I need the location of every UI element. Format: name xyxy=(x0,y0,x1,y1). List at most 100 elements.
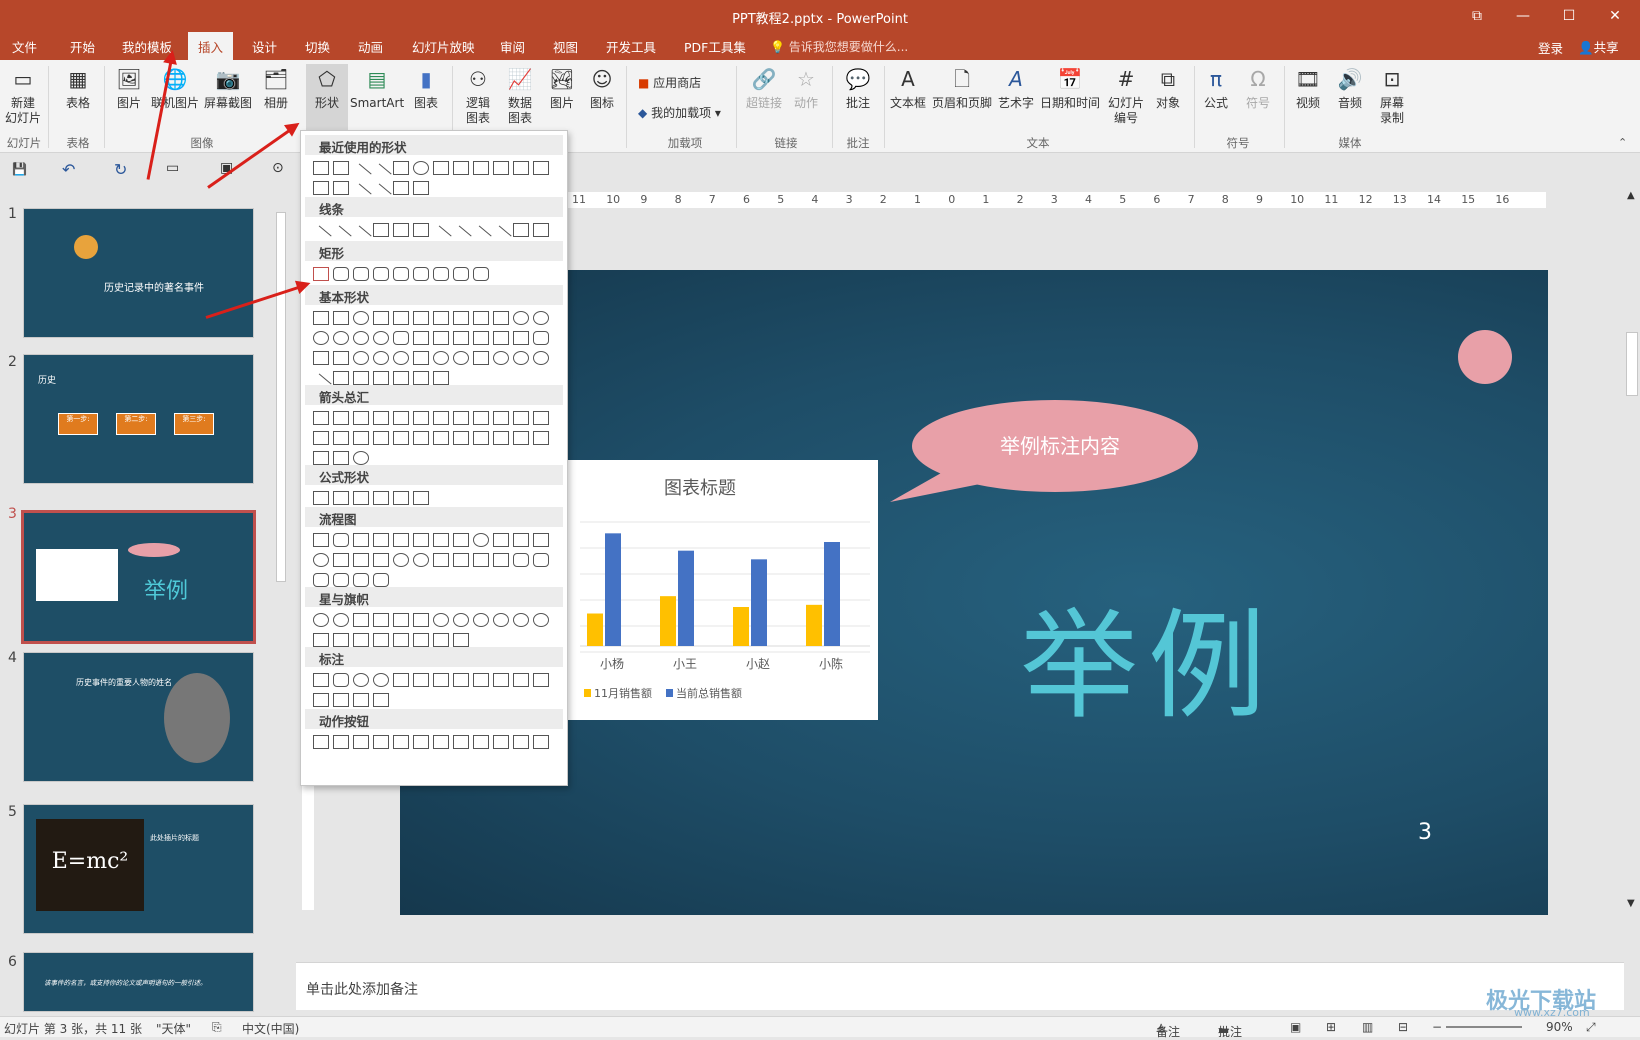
album-button[interactable]: 🗂 相册 xyxy=(258,64,294,111)
no-symbol-shape[interactable] xyxy=(373,351,389,365)
right-brace-shape[interactable] xyxy=(433,371,449,385)
undo-icon[interactable]: ↶ xyxy=(62,160,75,179)
shapes-button[interactable]: ⬠ 形状 xyxy=(306,64,348,134)
5-point-star-shape[interactable] xyxy=(373,613,389,627)
logic-chart-button[interactable]: ⚇ 逻辑 图表 xyxy=(460,64,496,126)
share-button[interactable]: 👤共享 xyxy=(1578,37,1619,56)
new-slide-button[interactable]: ▭ 新建 幻灯片 xyxy=(4,64,42,126)
12-point-star-shape[interactable] xyxy=(473,613,489,627)
oval-shape[interactable] xyxy=(353,311,369,325)
block-arc-shape[interactable] xyxy=(393,351,409,365)
snip-diagonal-rect-shape[interactable] xyxy=(393,267,409,281)
teardrop-shape[interactable] xyxy=(393,331,409,345)
flowchart-predefined-process-shape[interactable] xyxy=(393,533,409,547)
moon-shape[interactable] xyxy=(513,351,529,365)
half-frame-shape[interactable] xyxy=(433,331,449,345)
thumbnail-scrollbar[interactable] xyxy=(274,190,288,1010)
flowchart-extract-shape[interactable] xyxy=(473,553,489,567)
32-point-star-shape[interactable] xyxy=(533,613,549,627)
up-arrow-callout-shape[interactable] xyxy=(533,431,549,445)
scroll-down-icon[interactable]: ▼ xyxy=(1627,898,1635,909)
tab-pdf-tools[interactable]: PDF工具集 xyxy=(684,37,746,56)
oval-shape[interactable] xyxy=(413,161,429,175)
snip-round-rect-shape[interactable] xyxy=(413,267,429,281)
flowchart-multidocument-shape[interactable] xyxy=(453,533,469,547)
left-arrow-shape[interactable] xyxy=(333,411,349,425)
flowchart-manual-operation-shape[interactable] xyxy=(533,533,549,547)
collapse-ribbon-icon[interactable]: ⌃ xyxy=(1618,136,1627,149)
scroll-up-icon[interactable]: ▲ xyxy=(1627,190,1635,201)
bent-arrow-shape[interactable] xyxy=(473,411,489,425)
flowchart-terminator-shape[interactable] xyxy=(473,533,489,547)
flowchart-document-shape[interactable] xyxy=(433,533,449,547)
flowchart-or-shape[interactable] xyxy=(413,553,429,567)
flowchart-stored-data-shape[interactable] xyxy=(513,553,529,567)
frame-shape[interactable] xyxy=(413,331,429,345)
vertical-textbox-shape[interactable] xyxy=(333,311,349,325)
up-down-arrow-shape[interactable] xyxy=(413,411,429,425)
chart-button[interactable]: ▮ 图表 xyxy=(408,64,444,111)
up-arrow-shape[interactable] xyxy=(353,411,369,425)
flowchart-decision-shape[interactable] xyxy=(353,533,369,547)
curved-up-ribbon-shape[interactable] xyxy=(353,633,369,647)
flowchart-card-shape[interactable] xyxy=(353,553,369,567)
right-triangle-shape[interactable] xyxy=(393,311,409,325)
vertical-scroll-shape[interactable] xyxy=(393,633,409,647)
left-right-up-arrow-shape[interactable] xyxy=(453,411,469,425)
folded-corner-shape[interactable] xyxy=(413,351,429,365)
online-picture-button[interactable]: 🌐 联机图片 xyxy=(150,64,200,111)
login-link[interactable]: 登录 xyxy=(1538,38,1563,57)
data-chart-button[interactable]: 📈 数据 图表 xyxy=(502,64,538,126)
line-callout3-shape[interactable] xyxy=(433,673,449,687)
elbow-connector-shape[interactable] xyxy=(473,161,489,175)
rect-callout-shape[interactable] xyxy=(313,673,329,687)
textbox-shape[interactable] xyxy=(313,311,329,325)
flowchart-magnetic-disk-shape[interactable] xyxy=(333,573,349,587)
curved-down-arrow-shape[interactable] xyxy=(373,431,389,445)
audio-button[interactable]: 🔊 音频 xyxy=(1332,64,1368,111)
tab-developer[interactable]: 开发工具 xyxy=(606,37,656,56)
right-brace-shape[interactable] xyxy=(413,181,429,195)
snip-corner-rect-shape[interactable] xyxy=(353,267,369,281)
diagonal-stripe-shape[interactable] xyxy=(473,331,489,345)
datetime-button[interactable]: 📅 日期和时间 xyxy=(1038,64,1102,111)
action-help-shape[interactable] xyxy=(513,735,529,749)
line-callout1-shape[interactable] xyxy=(393,673,409,687)
explosion1-shape[interactable] xyxy=(313,613,329,627)
slide-thumbnail-2[interactable]: 历史 第一步: 第二步: 第三步: xyxy=(23,354,254,484)
scribble-shape[interactable] xyxy=(533,223,549,237)
slide-thumbnail-6[interactable]: 该事件的名言，或支持你的论文或声明语句的一般引述。 xyxy=(23,952,254,1012)
zoom-out-icon[interactable]: − xyxy=(1432,1020,1442,1034)
oval-callout-shape[interactable] xyxy=(353,673,369,687)
normal-view-icon[interactable]: ▣ xyxy=(1290,1020,1301,1034)
curved-right-arrow-shape[interactable] xyxy=(313,431,329,445)
trapezoid-shape[interactable] xyxy=(433,311,449,325)
down-arrow-shape[interactable] xyxy=(373,411,389,425)
accent-callout4-shape[interactable] xyxy=(533,673,549,687)
close-button[interactable]: ✕ xyxy=(1592,0,1638,32)
action-home-shape[interactable] xyxy=(393,735,409,749)
6-point-star-shape[interactable] xyxy=(393,613,409,627)
textbox-button[interactable]: A 文本框 xyxy=(888,64,928,111)
tab-transitions[interactable]: 切换 xyxy=(305,37,330,56)
bar-total-1[interactable] xyxy=(605,533,621,646)
equal-shape[interactable] xyxy=(393,491,409,505)
u-turn-arrow-shape[interactable] xyxy=(493,411,509,425)
border-callout4-shape[interactable] xyxy=(373,693,389,707)
tab-animations[interactable]: 动画 xyxy=(358,37,383,56)
right-bracket-shape[interactable] xyxy=(393,371,409,385)
bent-up-arrow-shape[interactable] xyxy=(533,411,549,425)
donut-shape[interactable] xyxy=(353,351,369,365)
maximize-button[interactable]: ☐ xyxy=(1546,0,1592,32)
double-wave-shape[interactable] xyxy=(453,633,469,647)
striped-right-arrow-shape[interactable] xyxy=(393,431,409,445)
division-shape[interactable] xyxy=(373,491,389,505)
flowchart-data-shape[interactable] xyxy=(373,533,389,547)
border-callout2-shape[interactable] xyxy=(333,693,349,707)
right-arrow-shape[interactable] xyxy=(313,411,329,425)
flowchart-preparation-shape[interactable] xyxy=(493,533,509,547)
rectangle-shape[interactable] xyxy=(393,161,409,175)
slide-number-button[interactable]: # 幻灯片 编号 xyxy=(1104,64,1148,126)
can-shape[interactable] xyxy=(533,331,549,345)
fit-slide-icon[interactable]: ⤢ xyxy=(1586,1020,1596,1035)
